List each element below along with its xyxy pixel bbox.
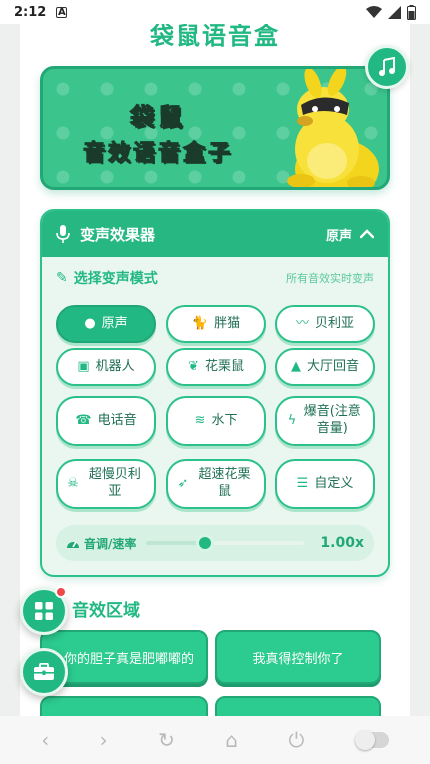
mode-button-label: 水下 bbox=[211, 412, 238, 428]
mode-button-label: 原声 bbox=[101, 315, 128, 331]
dragon-icon: 〰 bbox=[295, 315, 309, 331]
mode-button[interactable]: ϟ 爆音(注意音量) bbox=[275, 396, 375, 446]
mode-button-label: 贝利亚 bbox=[315, 315, 355, 331]
mode-button-label: 胖猫 bbox=[214, 315, 241, 331]
power-icon[interactable]: ⏻ bbox=[288, 728, 304, 752]
pencil-icon: ✎ bbox=[56, 270, 68, 286]
voice-changer-panel: 变声效果器 原声 ✎ 选择变声模式 所有音效实时变声 ● 原声 🐈 胖猫 〰贝利亚 ▣ 机器… bbox=[40, 209, 390, 577]
app-title: 袋鼠语音盒 bbox=[150, 24, 280, 50]
mode-section-header: ✎ 选择变声模式 所有音效实时变声 bbox=[42, 257, 388, 299]
toolbox-icon bbox=[34, 663, 54, 680]
pitch-value: 1.00x bbox=[320, 535, 364, 551]
pitch-label: 音调/速率 bbox=[84, 536, 137, 551]
cat-icon: 🐈 bbox=[191, 315, 209, 331]
status-time: 2:12 bbox=[14, 4, 47, 20]
mode-section-label: 选择变声模式 bbox=[73, 271, 158, 287]
home-icon[interactable]: ⌂ bbox=[225, 728, 238, 752]
skull-icon: ☠ bbox=[67, 475, 79, 491]
person-icon: ● bbox=[84, 315, 96, 331]
mode-button-label: 超速花栗鼠 bbox=[198, 467, 251, 499]
rocket-icon: ➶ bbox=[177, 475, 189, 491]
mode-button[interactable]: ▣ 机器人 bbox=[56, 348, 156, 386]
panel-title: 变声效果器 bbox=[80, 225, 156, 244]
toolbox-button[interactable] bbox=[20, 648, 68, 696]
banner: 袋鼠 音效语音盒子 bbox=[40, 66, 390, 190]
sound-button-label: 你的胆子真是肥嘟嘟的 bbox=[63, 651, 194, 667]
mode-button[interactable]: ● 原声 bbox=[56, 305, 156, 343]
mode-button-label: 爆音(注意音量) bbox=[303, 404, 361, 436]
current-mode-label: 原声 bbox=[325, 228, 352, 244]
mode-button[interactable]: ❦ 花栗鼠 bbox=[166, 348, 266, 386]
mode-button-label: 超慢贝利亚 bbox=[88, 467, 141, 499]
bolt-icon: ϟ bbox=[287, 412, 297, 428]
sliders-icon: ☰ bbox=[296, 475, 309, 491]
mode-button[interactable]: ➶ 超速花栗鼠 bbox=[166, 459, 266, 509]
navigation-bar: ‹ › ↻ ⌂ ⏻ bbox=[0, 716, 430, 764]
panel-header[interactable]: 变声效果器 原声 bbox=[42, 211, 388, 257]
mode-button-label: 机器人 bbox=[95, 358, 135, 374]
water-icon: ≋ bbox=[194, 412, 206, 428]
chevron-up-icon[interactable] bbox=[360, 229, 374, 239]
forward-icon[interactable]: › bbox=[100, 728, 108, 752]
grid-icon bbox=[35, 602, 53, 620]
pitch-slider-track[interactable] bbox=[146, 534, 305, 552]
sound-button-label: 我真得控制你了 bbox=[252, 651, 344, 667]
mountain-icon: ▲ bbox=[290, 358, 301, 374]
toggle-switch[interactable] bbox=[354, 730, 389, 750]
mode-button[interactable]: 🐈 胖猫 bbox=[166, 305, 266, 343]
banner-title: 袋鼠 bbox=[130, 103, 186, 132]
microphone-icon bbox=[56, 225, 74, 243]
refresh-icon[interactable]: ↻ bbox=[158, 728, 175, 752]
robot-icon: ▣ bbox=[77, 358, 90, 374]
pitch-control: 音调/速率 1.00x bbox=[56, 525, 374, 561]
back-icon[interactable]: ‹ bbox=[41, 728, 49, 752]
app-surface: 袋鼠语音盒 袋鼠 音效语音盒子 变声效果器 原声 ✎ 选择变声模式 所有音效实时… bbox=[20, 24, 410, 716]
sound-button[interactable]: 我真得控制你了 bbox=[215, 630, 381, 684]
mode-button-label: 电话音 bbox=[97, 412, 137, 428]
music-note-icon bbox=[379, 57, 395, 76]
mode-button[interactable]: ▲ 大厅回音 bbox=[275, 348, 375, 386]
mode-button-label: 自定义 bbox=[314, 475, 354, 491]
pitch-label-group: 音调/速率 bbox=[66, 535, 136, 552]
mode-section-hint: 所有音效实时变声 bbox=[286, 272, 374, 285]
sound-button[interactable] bbox=[40, 696, 208, 716]
notification-dot bbox=[55, 586, 67, 598]
mode-button[interactable]: ≋ 水下 bbox=[166, 396, 266, 446]
gauge-icon bbox=[67, 541, 79, 548]
mode-button[interactable]: 〰贝利亚 bbox=[275, 305, 375, 343]
mode-button-label: 花栗鼠 bbox=[204, 358, 244, 374]
pitch-slider-thumb[interactable] bbox=[195, 534, 214, 552]
music-button[interactable] bbox=[365, 45, 409, 89]
signal-icon bbox=[388, 5, 401, 19]
status-icons bbox=[366, 4, 416, 20]
mode-button-label: 大厅回音 bbox=[306, 358, 359, 374]
banner-subtitle: 音效语音盒子 bbox=[82, 141, 233, 167]
sound-button[interactable] bbox=[215, 696, 381, 716]
mode-button[interactable]: ☠ 超慢贝利亚 bbox=[56, 459, 156, 509]
notification-icon: A bbox=[56, 6, 68, 18]
category-grid-button[interactable] bbox=[20, 586, 68, 635]
kangaroo-mascot-image bbox=[287, 69, 379, 187]
mode-button[interactable]: ☰ 自定义 bbox=[275, 459, 375, 509]
sound-area-title: 音效区域 bbox=[72, 601, 140, 621]
mode-button[interactable]: ☎ 电话音 bbox=[56, 396, 156, 446]
status-bar: 2:12 A bbox=[0, 0, 430, 24]
wifi-icon bbox=[366, 5, 382, 18]
battery-icon bbox=[407, 4, 416, 20]
phone-icon: ☎ bbox=[75, 412, 92, 428]
squirrel-icon: ❦ bbox=[188, 358, 199, 374]
